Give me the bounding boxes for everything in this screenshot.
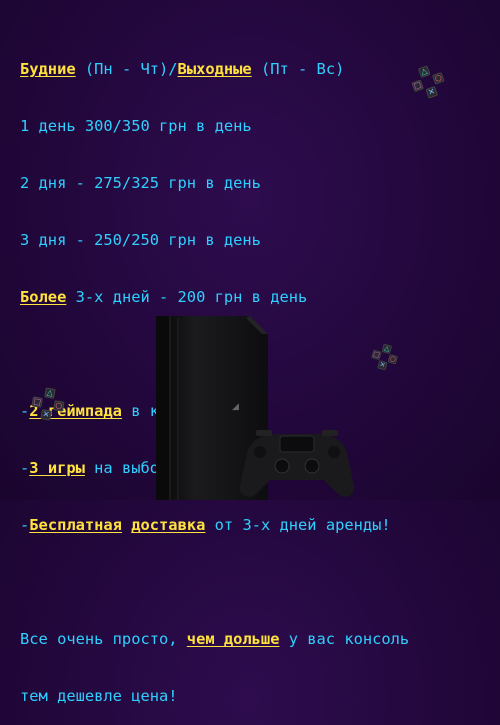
weekend-range: (Пт - Вс) — [251, 60, 345, 78]
closing-line-1: Все очень просто, чем дольше у вас консо… — [20, 630, 410, 648]
feature-delivery: -Бесплатная доставка от 3-х дней аренды! — [20, 516, 490, 535]
dash: - — [20, 459, 30, 477]
dash: - — [20, 516, 30, 534]
weekdays-label: Будние — [20, 60, 76, 78]
weekend-label: Выходные — [177, 60, 252, 78]
weekdays-range: (Пн - Чт)/ — [75, 60, 178, 78]
closing-line-2: тем дешевле цена! — [20, 687, 178, 705]
price-more-days: Более 3-х дней - 200 грн в день — [20, 288, 490, 307]
price-3-days: 3 дня - 250/250 грн в день — [20, 231, 261, 249]
dualshock-gamepad-icon — [239, 430, 355, 497]
longer-highlight: чем дольше — [186, 630, 280, 648]
delivery-rest: от 3-х дней аренды! — [205, 516, 391, 534]
more-rest: 3-х дней - 200 грн в день — [66, 288, 308, 306]
svg-text:◢: ◢ — [232, 402, 239, 412]
more-label: Более — [20, 288, 67, 306]
price-2-days: 2 дня - 275/325 грн в день — [20, 174, 261, 192]
dash: - — [20, 402, 30, 420]
price-1-day: 1 день 300/350 грн в день — [20, 117, 252, 135]
games-highlight: 3 игры — [29, 459, 85, 477]
playstation-button-cluster-icon: △ □ ○ ✕ — [31, 387, 65, 421]
free-highlight: Бесплатная — [29, 516, 122, 534]
delivery-highlight: доставка — [131, 516, 206, 534]
